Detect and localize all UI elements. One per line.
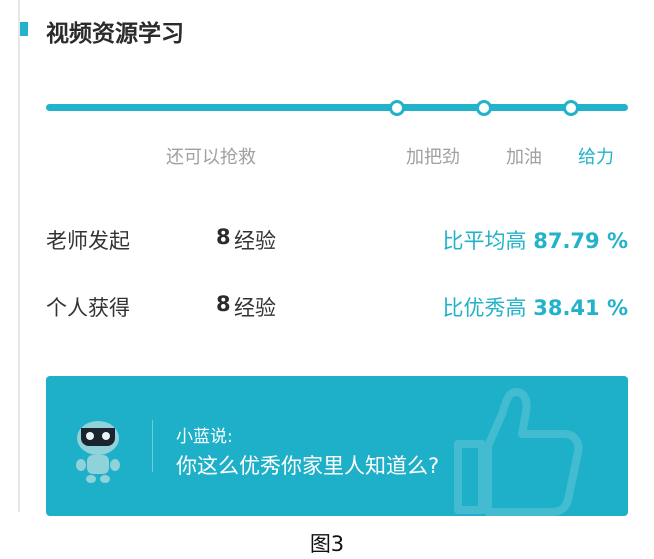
progress-node-3 [563,100,579,116]
progress-track [46,104,628,111]
speaker-message: 你这么优秀你家里人知道么? [176,454,440,478]
progress-node-2 [476,100,492,116]
level-label-1: 还可以抢救 [166,147,256,168]
stat-unit: 经验 [234,229,276,253]
level-label-4: 给力 [578,147,614,168]
compare-percent: 87.79 % [533,229,628,253]
stat-label: 老师发起 [46,229,130,253]
stat-compare: 比优秀高 38.41 % [443,292,628,322]
compare-text: 比优秀高 [442,296,527,320]
stat-value: 8 [216,292,231,316]
robot-mascot-icon [76,421,120,483]
page-title: 视频资源学习 [46,21,184,47]
title-accent-bar [20,22,28,36]
banner-divider [152,420,153,472]
stat-row-personal: 个人获得 8 经验 比优秀高 38.41 % [46,292,628,322]
stat-unit: 经验 [234,296,276,320]
speaker-name: 小蓝说: [176,427,233,447]
progress-node-1 [389,100,405,116]
stat-row-teacher: 老师发起 8 经验 比平均高 87.79 % [46,225,628,255]
stat-value: 8 [216,225,231,249]
stat-compare: 比平均高 87.79 % [443,225,628,255]
level-label-3: 加油 [506,147,542,168]
left-divider [18,0,20,512]
level-label-2: 加把劲 [406,147,460,168]
encouragement-banner: 小蓝说: 你这么优秀你家里人知道么? [46,376,628,516]
figure-caption: 图3 [309,532,345,556]
thumbs-up-icon [454,388,583,516]
stat-label: 个人获得 [46,296,130,320]
compare-percent: 38.41 % [533,296,628,320]
compare-text: 比平均高 [442,229,527,253]
